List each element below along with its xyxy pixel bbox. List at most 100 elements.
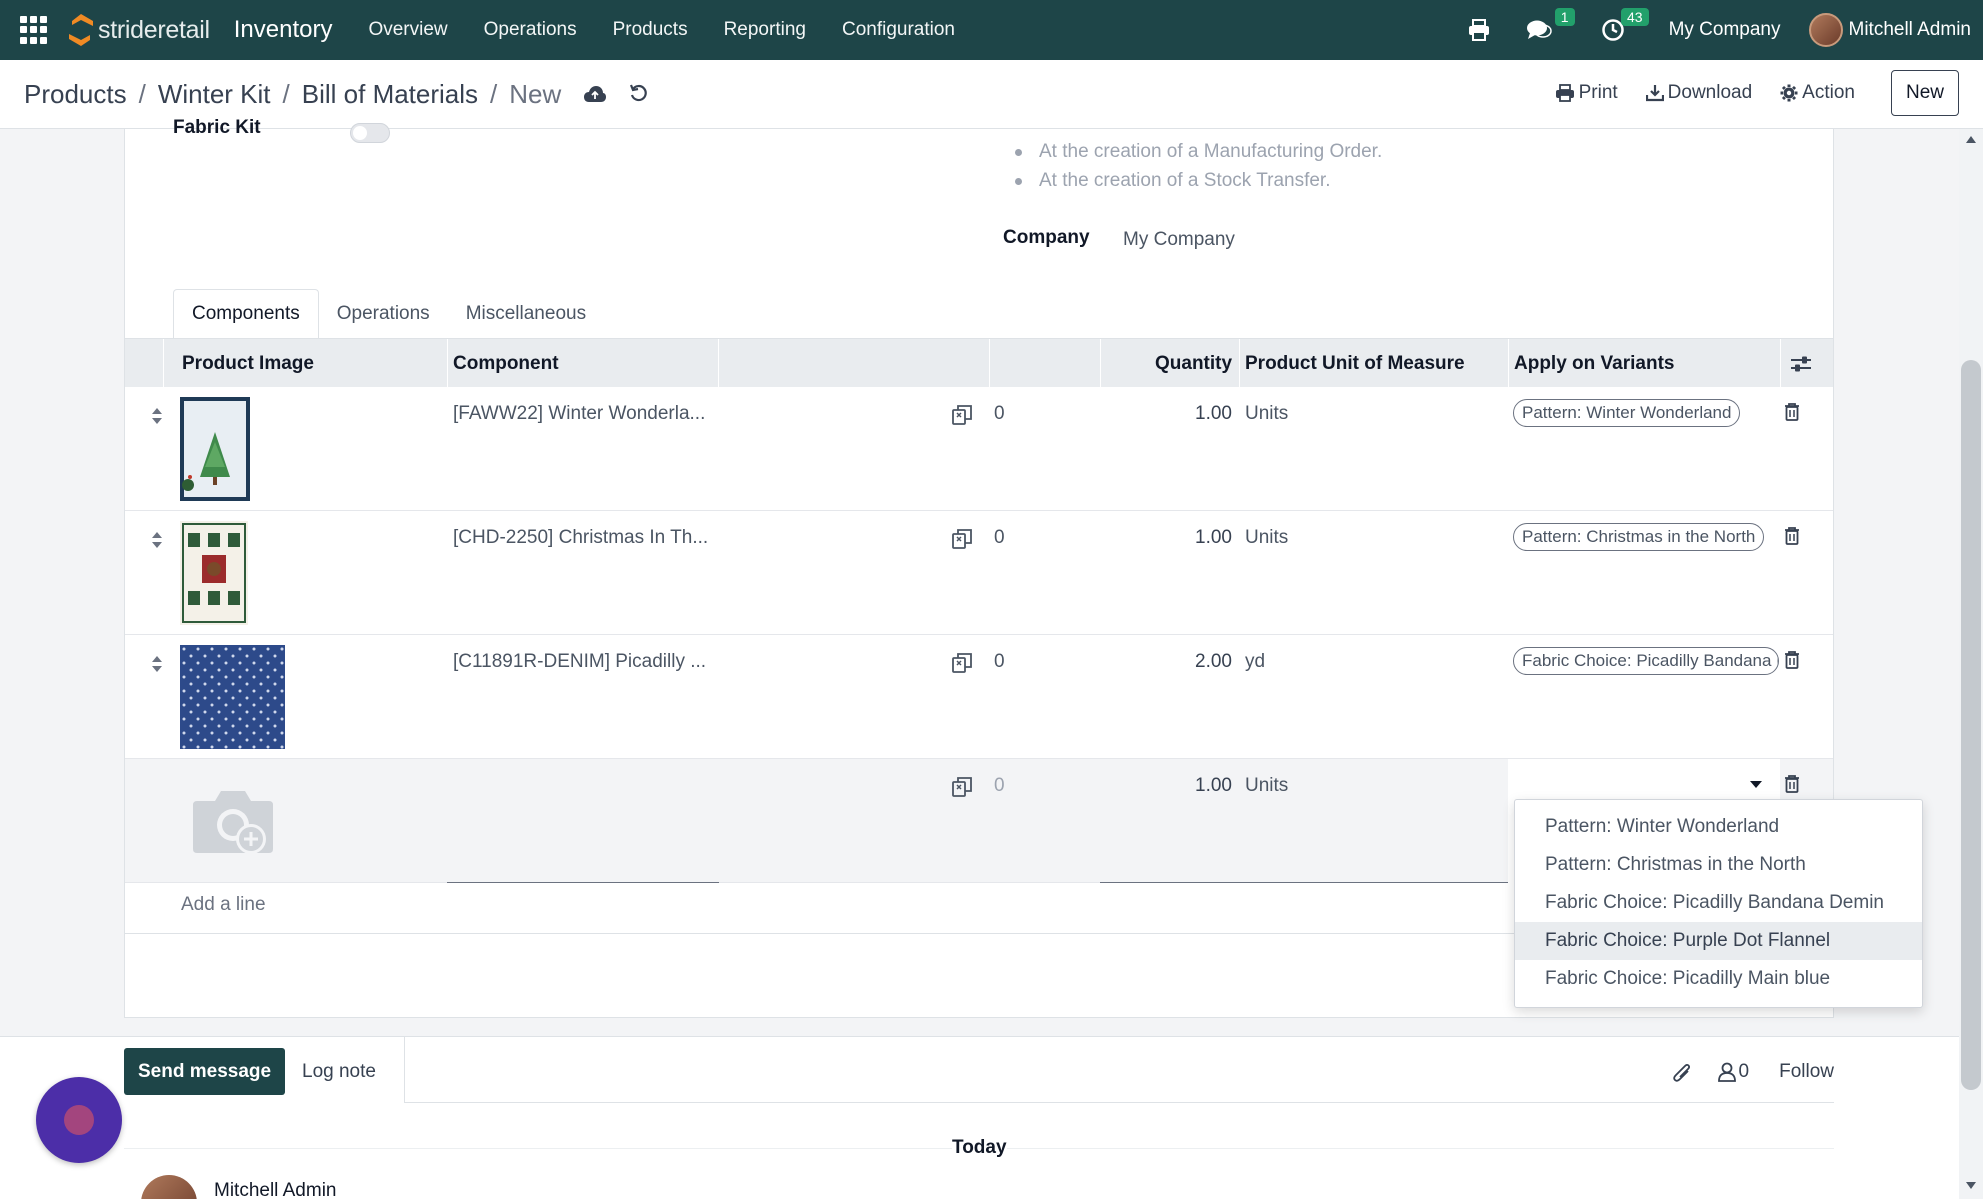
drag-handle-icon[interactable]: [151, 531, 163, 549]
uom-cell[interactable]: Units: [1245, 403, 1288, 425]
menu-item-reporting[interactable]: Reporting: [706, 19, 824, 41]
message-author-avatar[interactable]: [141, 1175, 197, 1199]
print-button[interactable]: Print: [1555, 82, 1618, 104]
scrollbar-thumb[interactable]: [1961, 360, 1981, 1090]
product-image-winter-wonderland[interactable]: [180, 397, 250, 501]
follow-button[interactable]: Follow: [1779, 1061, 1834, 1083]
chevron-down-icon[interactable]: [1750, 781, 1762, 789]
copy-icon[interactable]: [952, 653, 972, 673]
add-image-camera-icon[interactable]: [191, 787, 275, 859]
breadcrumb-products[interactable]: Products: [24, 79, 127, 110]
components-table-header: Product Image Component Quantity Product…: [125, 338, 1833, 388]
component-name[interactable]: [C11891R-DENIM] Picadilly ...: [453, 651, 706, 673]
message-author-name[interactable]: Mitchell Admin: [214, 1180, 337, 1199]
drag-handle-icon[interactable]: [151, 655, 163, 673]
attachment-paperclip-icon[interactable]: [1672, 1061, 1692, 1083]
copy-icon[interactable]: [952, 529, 972, 549]
trash-icon[interactable]: [1784, 527, 1800, 545]
menu-item-configuration[interactable]: Configuration: [824, 19, 973, 41]
quantity-cell[interactable]: 1.00: [1195, 403, 1232, 425]
activities-badge: 43: [1621, 8, 1649, 26]
column-divider: [447, 339, 448, 388]
menu-item-operations[interactable]: Operations: [466, 19, 595, 41]
followers-count: 0: [1738, 1060, 1750, 1082]
dropdown-option[interactable]: Fabric Choice: Picadilly Main blue: [1515, 960, 1922, 998]
action-menu-button[interactable]: Action: [1780, 82, 1855, 104]
save-cloud-icon[interactable]: [583, 82, 607, 106]
column-divider: [718, 339, 719, 388]
breadcrumb-winter-kit[interactable]: Winter Kit: [158, 79, 271, 110]
component-name[interactable]: [CHD-2250] Christmas In Th...: [453, 527, 708, 549]
product-image-christmas-north[interactable]: [180, 521, 248, 625]
new-button[interactable]: New: [1890, 70, 1959, 116]
send-message-button[interactable]: Send message: [124, 1048, 286, 1095]
dropdown-option[interactable]: Pattern: Christmas in the North: [1515, 846, 1922, 884]
tab-operations[interactable]: Operations: [319, 289, 448, 339]
column-header-apply-on-variants[interactable]: Apply on Variants: [1514, 339, 1674, 388]
menu-item-products[interactable]: Products: [595, 19, 706, 41]
app-name[interactable]: Inventory: [234, 16, 333, 44]
scroll-down-arrow-icon[interactable]: [1966, 1182, 1976, 1189]
followers-button[interactable]: 0: [1717, 1060, 1750, 1083]
quantity-cell[interactable]: 1.00: [1195, 527, 1232, 549]
dropdown-option[interactable]: Pattern: Winter Wonderland: [1515, 808, 1922, 846]
top-navbar: strideretail Inventory Overview Operatio…: [0, 0, 1983, 60]
uom-cell[interactable]: Units: [1245, 527, 1288, 549]
column-header-product-image[interactable]: Product Image: [182, 339, 314, 388]
dropdown-option[interactable]: Fabric Choice: Picadilly Bandana Demin: [1515, 884, 1922, 922]
breadcrumb-bill-of-materials[interactable]: Bill of Materials: [302, 79, 478, 110]
copy-icon[interactable]: [952, 777, 972, 797]
quantity-cell[interactable]: 2.00: [1195, 651, 1232, 673]
column-divider: [1100, 339, 1101, 388]
fabric-kit-toggle[interactable]: [350, 123, 390, 143]
trash-icon[interactable]: [1784, 403, 1800, 421]
brand-logo[interactable]: strideretail: [66, 12, 210, 48]
consumption-info-list: At the creation of a Manufacturing Order…: [1015, 141, 1382, 199]
column-header-quantity[interactable]: Quantity: [1155, 339, 1232, 388]
table-row[interactable]: [FAWW22] Winter Wonderla... 0 1.00 Units…: [125, 387, 1833, 511]
activities-clock-icon[interactable]: 43: [1599, 8, 1649, 44]
component-name[interactable]: [FAWW22] Winter Wonderla...: [453, 403, 705, 425]
discard-undo-icon[interactable]: [629, 82, 653, 106]
drag-handle-icon[interactable]: [151, 407, 163, 425]
column-header-component[interactable]: Component: [453, 339, 559, 388]
add-line-link[interactable]: Add a line: [181, 894, 266, 916]
company-switcher[interactable]: My Company: [1669, 19, 1781, 41]
trash-icon[interactable]: [1784, 651, 1800, 669]
quantity-input[interactable]: 1.00: [1195, 775, 1232, 797]
dropdown-option-highlighted[interactable]: Fabric Choice: Purple Dot Flannel: [1515, 922, 1922, 960]
tab-miscellaneous[interactable]: Miscellaneous: [448, 289, 604, 339]
log-note-button[interactable]: Log note: [302, 1048, 376, 1095]
variant-tag[interactable]: Pattern: Christmas in the North: [1513, 523, 1765, 551]
floating-assistant-button[interactable]: [36, 1077, 122, 1163]
apps-menu-icon[interactable]: [20, 16, 48, 44]
variant-tag[interactable]: Fabric Choice: Picadilly Bandana Demin: [1513, 647, 1779, 675]
column-divider: [1780, 339, 1781, 388]
printer-icon[interactable]: [1465, 16, 1493, 44]
trash-icon[interactable]: [1784, 775, 1800, 793]
uom-input[interactable]: Units: [1245, 775, 1288, 797]
variant-tag[interactable]: Pattern: Winter Wonderland: [1513, 399, 1741, 427]
component-count: 0: [994, 775, 1005, 796]
menu-item-overview[interactable]: Overview: [350, 19, 465, 41]
tab-components[interactable]: Components: [173, 289, 319, 339]
table-row[interactable]: [C11891R-DENIM] Picadilly ... 0 2.00 yd …: [125, 635, 1833, 759]
notebook-tabs: Components Operations Miscellaneous: [173, 289, 604, 339]
messages-icon[interactable]: 1: [1525, 8, 1575, 44]
company-field[interactable]: My Company: [1123, 229, 1235, 251]
column-divider: [1508, 339, 1509, 388]
uom-cell[interactable]: yd: [1245, 651, 1265, 673]
copy-icon[interactable]: [952, 405, 972, 425]
main-menu: Overview Operations Products Reporting C…: [350, 19, 973, 41]
table-row[interactable]: [CHD-2250] Christmas In Th... 0 1.00 Uni…: [125, 511, 1833, 635]
scroll-up-arrow-icon[interactable]: [1966, 136, 1976, 143]
product-image-picadilly-denim[interactable]: [180, 645, 285, 749]
breadcrumb-separator: /: [490, 78, 498, 109]
column-header-uom[interactable]: Product Unit of Measure: [1245, 339, 1465, 388]
variants-dropdown: Pattern: Winter Wonderland Pattern: Chri…: [1514, 799, 1923, 1008]
user-menu[interactable]: Mitchell Admin: [1849, 19, 1972, 41]
optional-columns-toggle-icon[interactable]: [1790, 339, 1812, 388]
user-avatar[interactable]: [1808, 13, 1843, 47]
list-item: At the creation of a Manufacturing Order…: [1015, 141, 1382, 163]
download-button[interactable]: Download: [1645, 82, 1752, 104]
